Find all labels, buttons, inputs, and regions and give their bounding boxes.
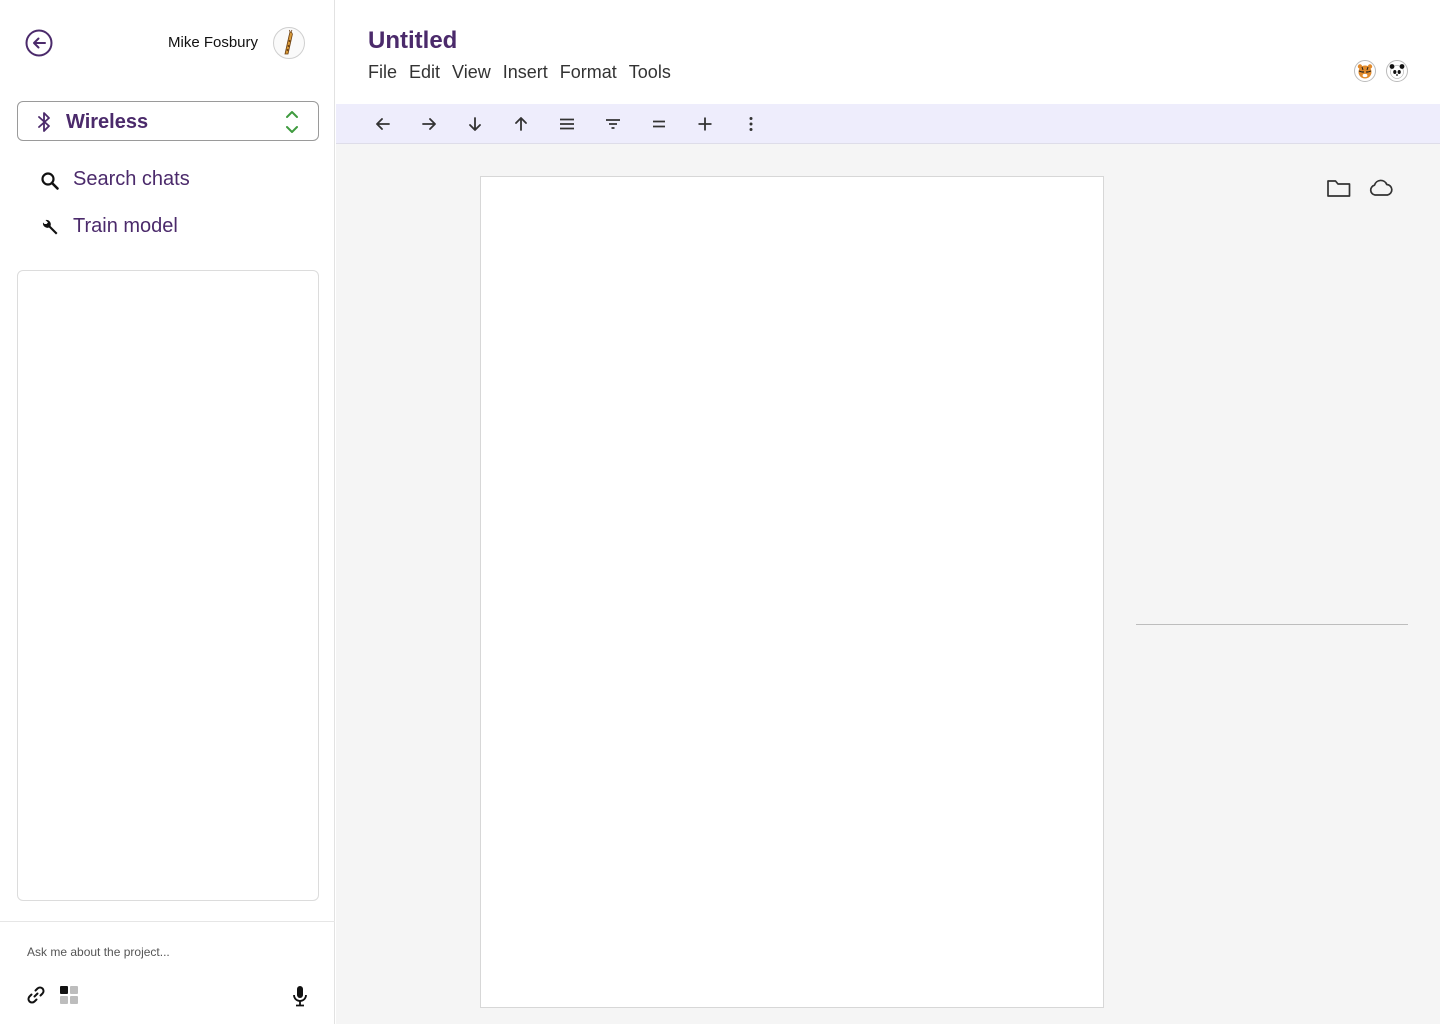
menu-bar: File Edit View Insert Format Tools: [368, 62, 683, 82]
chat-input[interactable]: [27, 942, 307, 962]
panda-avatar-icon[interactable]: [1386, 60, 1408, 82]
equals-icon[interactable]: [649, 114, 669, 134]
filter-lines-icon[interactable]: [603, 114, 623, 134]
sidebar-item-search-chats[interactable]: Search chats: [40, 167, 300, 195]
bluetooth-icon: [36, 110, 52, 134]
arrow-down-icon[interactable]: [465, 114, 485, 134]
link-icon[interactable]: [26, 985, 46, 1005]
project-selector[interactable]: Wireless: [17, 101, 319, 141]
arrow-up-icon[interactable]: [511, 114, 531, 134]
menu-view[interactable]: View: [452, 62, 491, 82]
formatting-toolbar: [336, 104, 1440, 144]
folder-icon[interactable]: [1326, 176, 1352, 200]
wrench-icon: [40, 218, 60, 238]
project-selector-value: Wireless: [66, 111, 149, 133]
arrow-right-icon[interactable]: [419, 114, 439, 134]
cloud-icon[interactable]: [1367, 176, 1393, 200]
editor-area: Untitled File Edit View Insert Format To…: [336, 0, 1440, 1024]
chevron-up-down-icon: [284, 109, 300, 135]
sidebar-item-train-model[interactable]: Train model: [40, 214, 300, 242]
plus-icon[interactable]: [695, 114, 715, 134]
menu-format[interactable]: Format: [560, 62, 617, 82]
arrow-left-icon[interactable]: [373, 114, 393, 134]
document-header: Untitled File Edit View Insert Format To…: [336, 0, 1440, 104]
arrow-left-circle-icon[interactable]: [25, 29, 53, 57]
side-panel-divider: [1136, 624, 1408, 625]
giraffe-avatar-icon[interactable]: [273, 27, 305, 59]
more-vertical-icon[interactable]: [741, 114, 761, 134]
search-icon: [40, 171, 60, 191]
microphone-icon[interactable]: [291, 985, 309, 1007]
chat-history-list[interactable]: [17, 270, 319, 901]
document-title[interactable]: Untitled: [368, 27, 457, 55]
divider: [0, 921, 335, 922]
menu-file[interactable]: File: [368, 62, 397, 82]
menu-insert[interactable]: Insert: [503, 62, 548, 82]
sidebar-item-label: Train model: [73, 215, 178, 237]
menu-lines-icon[interactable]: [557, 114, 577, 134]
tiger-avatar-icon[interactable]: [1354, 60, 1376, 82]
document-page[interactable]: [480, 176, 1104, 1008]
widgets-icon[interactable]: [59, 985, 79, 1005]
user-name: Mike Fosbury: [168, 34, 259, 51]
menu-tools[interactable]: Tools: [629, 62, 671, 82]
sidebar: Mike Fosbury Wireless Search chats Train…: [0, 0, 335, 1024]
sidebar-item-label: Search chats: [73, 168, 190, 190]
menu-edit[interactable]: Edit: [409, 62, 440, 82]
